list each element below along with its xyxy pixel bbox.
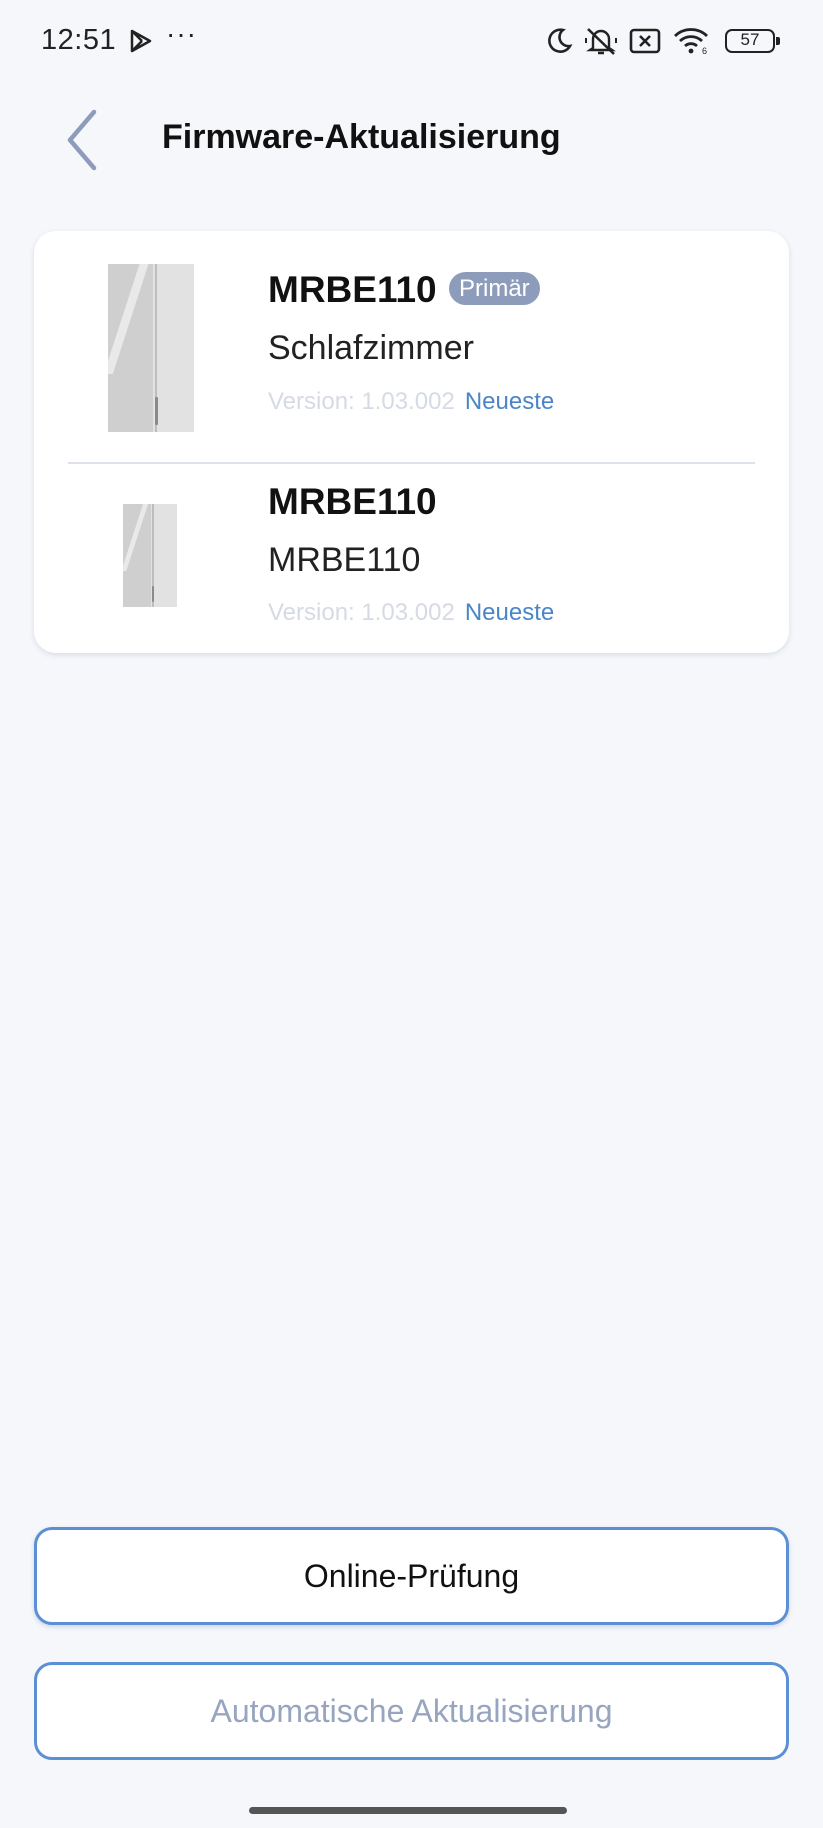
status-time: 12:51: [41, 24, 117, 56]
version-line: Version: 1.03.002 Neueste: [268, 388, 554, 416]
version-text: Version: 1.03.002: [268, 388, 455, 415]
more-notifications-icon: ···: [166, 18, 197, 49]
play-store-icon: [128, 28, 154, 59]
battery-level: 57: [740, 30, 760, 49]
wifi-icon: 6: [673, 27, 709, 55]
primary-badge: Primär: [449, 272, 540, 305]
device-list-card: MRBE110 Primär Schlafzimmer Version: 1.0…: [34, 231, 789, 653]
home-indicator[interactable]: [249, 1807, 567, 1814]
version-line: Version: 1.03.002 Neueste: [268, 599, 554, 627]
status-icons: 6 57: [545, 26, 780, 56]
back-button[interactable]: [52, 104, 112, 176]
device-image: [108, 264, 194, 432]
device-model: MRBE110: [268, 269, 437, 310]
no-sim-icon: [629, 28, 661, 54]
chevron-left-icon: [67, 109, 97, 171]
auto-update-button[interactable]: Automatische Aktualisierung: [34, 1662, 789, 1760]
device-row-secondary[interactable]: MRBE110 MRBE110 Version: 1.03.002 Neueste: [34, 464, 789, 653]
device-room: Schlafzimmer: [268, 329, 474, 367]
moon-icon: [545, 27, 573, 55]
header: Firmware-Aktualisierung: [0, 84, 823, 194]
device-room: MRBE110: [268, 541, 421, 579]
version-text: Version: 1.03.002: [268, 599, 455, 626]
online-check-button[interactable]: Online-Prüfung: [34, 1527, 789, 1625]
latest-tag: Neueste: [464, 388, 555, 415]
firmware-update-screen: 12:51 ··· 6 57 Firmware-Aktualisierung M…: [0, 0, 823, 1828]
battery-icon: 57: [725, 29, 780, 53]
status-bar: 12:51 ··· 6 57: [0, 0, 823, 84]
device-row-primary[interactable]: MRBE110 Primär Schlafzimmer Version: 1.0…: [34, 231, 789, 463]
page-title: Firmware-Aktualisierung: [162, 118, 561, 156]
device-image: [123, 504, 177, 607]
mute-icon: [585, 26, 617, 56]
svg-text:6: 6: [702, 46, 707, 55]
device-model: MRBE110: [268, 481, 437, 522]
latest-tag: Neueste: [464, 599, 555, 626]
